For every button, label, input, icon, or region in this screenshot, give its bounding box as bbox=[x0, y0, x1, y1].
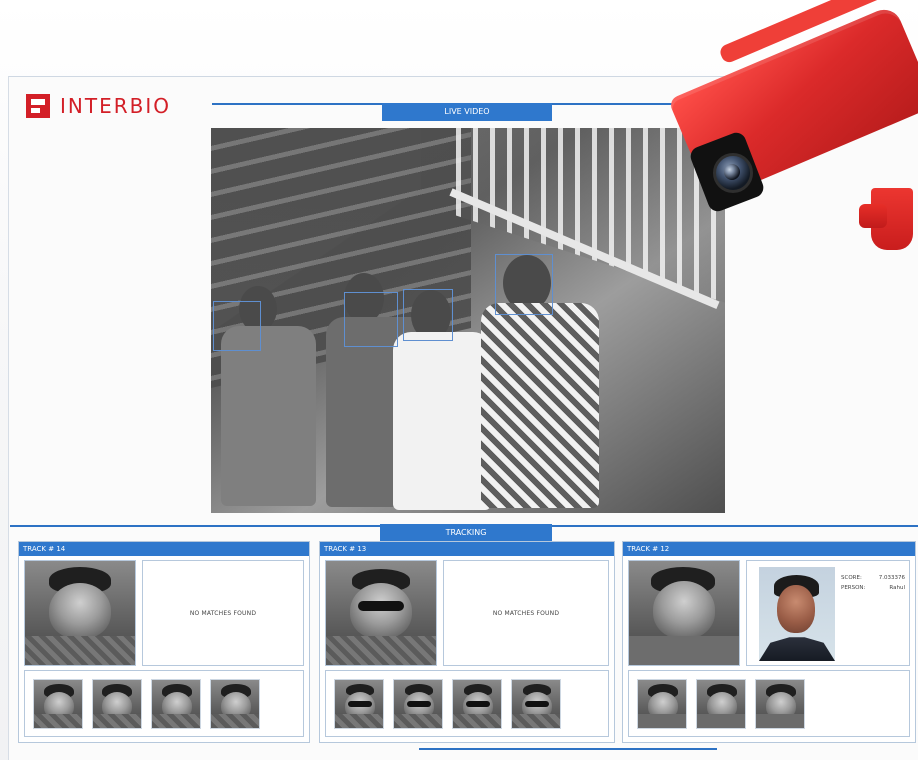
track-12-shirt bbox=[629, 635, 739, 665]
track-13-thumbnails bbox=[325, 670, 609, 737]
track-13-main: NO MATCHES FOUND bbox=[325, 560, 609, 666]
track-14-face bbox=[49, 583, 111, 639]
matched-person-photo bbox=[759, 567, 835, 661]
security-camera-icon bbox=[664, 0, 918, 263]
matched-person-face bbox=[777, 585, 815, 633]
track-12-face bbox=[653, 581, 715, 639]
track-12-thumbnails bbox=[628, 670, 910, 737]
track-12-primary-face bbox=[628, 560, 740, 666]
live-video-tab: LIVE VIDEO bbox=[382, 103, 552, 121]
face-box-4 bbox=[495, 254, 553, 315]
track-14-header: TRACK # 14 bbox=[19, 542, 309, 556]
track-14-match-panel: NO MATCHES FOUND bbox=[142, 560, 304, 666]
track-12-thumb-1 bbox=[637, 678, 687, 729]
track-12-main: SCORE: 7.033376 PERSON: Rahul bbox=[628, 560, 910, 666]
track-13-primary-face bbox=[325, 560, 437, 666]
track-13-header: TRACK # 13 bbox=[320, 542, 614, 556]
person-4-body bbox=[481, 303, 599, 508]
tracking-line-left bbox=[10, 525, 380, 527]
track-13-thumb-3 bbox=[452, 678, 502, 729]
track-13-thumb-1 bbox=[334, 678, 384, 729]
person-1-body bbox=[221, 326, 316, 506]
tracking-line-right bbox=[552, 525, 918, 527]
track-13-thumb-2 bbox=[393, 678, 443, 729]
track-14-thumb-2 bbox=[92, 678, 142, 729]
track-13-match-panel: NO MATCHES FOUND bbox=[443, 560, 609, 666]
tracking-area: TRACK # 14 NO MATCHES FOUND TRACK # 13 N… bbox=[18, 541, 916, 743]
track-13-glasses bbox=[358, 601, 404, 611]
brand-name: INTERBIO bbox=[60, 94, 171, 118]
track-12-header: TRACK # 12 bbox=[623, 542, 915, 556]
track-14-shirt bbox=[25, 635, 135, 665]
person-label: PERSON: bbox=[841, 585, 866, 591]
track-14-thumb-1 bbox=[33, 678, 83, 729]
face-box-2 bbox=[344, 292, 398, 347]
track-card-13: TRACK # 13 NO MATCHES FOUND bbox=[319, 541, 615, 743]
match-details: SCORE: 7.033376 PERSON: Rahul bbox=[841, 573, 905, 593]
track-card-12: TRACK # 12 SCORE: 7.033376 PERSON: Rahul bbox=[622, 541, 916, 743]
brand-logo: INTERBIO bbox=[26, 94, 171, 118]
brand-mark-icon bbox=[26, 94, 50, 118]
score-row: SCORE: 7.033376 bbox=[841, 573, 905, 583]
track-13-shirt bbox=[326, 635, 436, 665]
track-14-main: NO MATCHES FOUND bbox=[24, 560, 304, 666]
track-14-thumbnails bbox=[24, 670, 304, 737]
score-label: SCORE: bbox=[841, 575, 862, 581]
track-12-match-panel: SCORE: 7.033376 PERSON: Rahul bbox=[746, 560, 910, 666]
track-12-thumb-3 bbox=[755, 678, 805, 729]
person-row: PERSON: Rahul bbox=[841, 583, 905, 593]
track-14-thumb-4 bbox=[210, 678, 260, 729]
track-13-face bbox=[350, 583, 412, 639]
track-14-primary-face bbox=[24, 560, 136, 666]
bottom-scroll-indicator bbox=[419, 748, 717, 750]
face-box-3 bbox=[403, 289, 453, 341]
face-box-1 bbox=[213, 301, 261, 351]
track-13-thumb-4 bbox=[511, 678, 561, 729]
score-value: 7.033376 bbox=[878, 575, 905, 581]
track-12-thumb-2 bbox=[696, 678, 746, 729]
person-3-body bbox=[393, 332, 491, 510]
screen: INTERBIO LIVE VIDEO TRACKING TRACK # 14 … bbox=[0, 0, 918, 760]
track-13-status: NO MATCHES FOUND bbox=[492, 609, 560, 617]
track-14-thumb-3 bbox=[151, 678, 201, 729]
track-14-status: NO MATCHES FOUND bbox=[189, 609, 257, 617]
track-card-14: TRACK # 14 NO MATCHES FOUND bbox=[18, 541, 310, 743]
person-value: Rahul bbox=[889, 585, 905, 591]
camera-lens-core bbox=[724, 164, 740, 180]
tracking-tab: TRACKING bbox=[380, 524, 552, 542]
live-video-feed bbox=[211, 128, 725, 513]
live-video-line-left bbox=[212, 103, 382, 105]
matched-person-suit bbox=[759, 637, 835, 661]
camera-mount bbox=[859, 188, 913, 250]
